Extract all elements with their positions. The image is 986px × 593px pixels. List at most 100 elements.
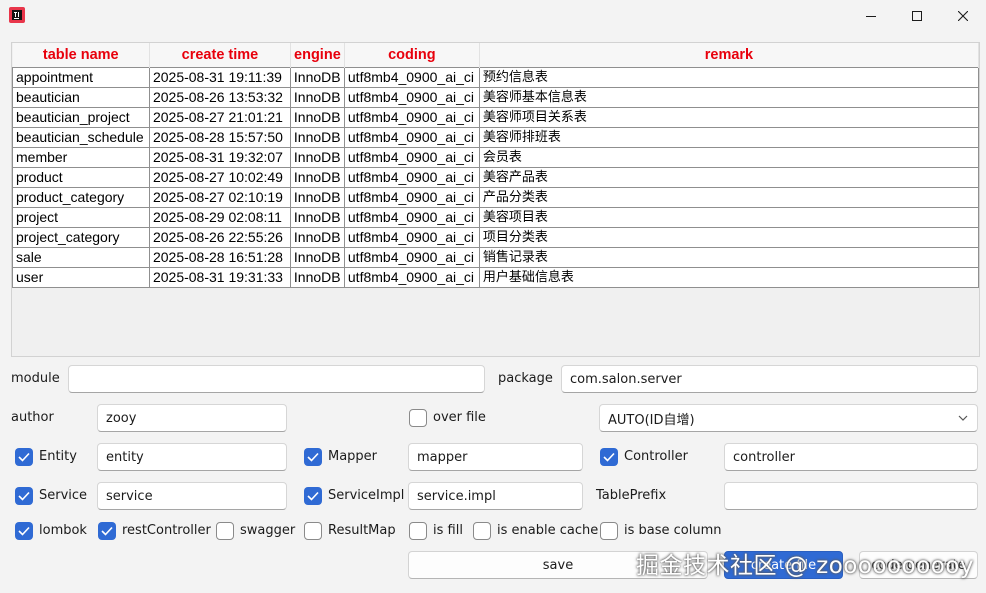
checkmark-icon	[307, 491, 319, 501]
cell-remark: 美容项目表	[478, 206, 979, 228]
controller-input[interactable]	[724, 443, 978, 471]
cell-table-name: user	[12, 266, 150, 288]
cell-remark: 美容师排班表	[478, 126, 979, 148]
is-fill-checkbox[interactable]	[409, 522, 427, 540]
checkmark-icon	[307, 452, 319, 462]
table-row[interactable]: beautician_schedule 2025-08-28 15:57:50 In…	[12, 126, 979, 148]
mapper-checkbox[interactable]	[304, 448, 322, 466]
controller-label: Controller	[624, 449, 688, 464]
column-header-engine[interactable]: engine	[290, 43, 345, 67]
minimize-icon	[866, 16, 876, 17]
close-button[interactable]	[940, 0, 986, 32]
minimize-button[interactable]	[848, 0, 894, 32]
author-input[interactable]	[97, 404, 287, 432]
cell-remark: 项目分类表	[478, 226, 979, 248]
cell-coding: utf8mb4_0900_ai_ci	[343, 226, 480, 248]
cell-coding: utf8mb4_0900_ai_ci	[343, 206, 480, 228]
module-input[interactable]	[68, 365, 485, 393]
service-input[interactable]	[97, 482, 287, 510]
mapper-label: Mapper	[328, 449, 378, 464]
maximize-button[interactable]	[894, 0, 940, 32]
column-header-remark[interactable]: remark	[479, 43, 979, 67]
swagger-label: swagger	[240, 523, 296, 538]
author-label: author	[11, 410, 54, 425]
cell-coding: utf8mb4_0900_ai_ci	[343, 86, 480, 108]
checkmark-icon	[18, 526, 30, 536]
entity-input[interactable]	[97, 443, 287, 471]
table-row[interactable]: product_category 2025-08-27 02:10:19 InnoD…	[12, 186, 979, 208]
title-bar	[0, 0, 986, 32]
column-header-create-time[interactable]: create time	[149, 43, 291, 67]
cell-engine: InnoDB	[289, 246, 345, 268]
is-enable-cache-checkbox[interactable]	[473, 522, 491, 540]
table-row[interactable]: sale 2025-08-28 16:51:28 InnoDB utf8mb4_090…	[12, 246, 979, 268]
cell-engine: InnoDB	[289, 266, 345, 288]
service-checkbox[interactable]	[15, 487, 33, 505]
cell-table-name: product_category	[12, 186, 150, 208]
cell-engine: InnoDB	[289, 186, 345, 208]
cell-create-time: 2025-08-28 16:51:28	[148, 246, 291, 268]
table-prefix-label: TablePrefix	[596, 488, 667, 503]
watermark: 掘金技术社区 @ zoooooooooy	[636, 553, 974, 579]
mapper-input[interactable]	[408, 443, 583, 471]
checkmark-icon	[18, 491, 30, 501]
lombok-checkbox[interactable]	[15, 522, 33, 540]
cell-create-time: 2025-08-31 19:32:07	[148, 146, 291, 168]
cell-engine: InnoDB	[289, 206, 345, 228]
table-row[interactable]: beautician 2025-08-26 13:53:32 InnoDB utf8m…	[12, 86, 979, 108]
table-row[interactable]: project_category 2025-08-26 22:55:26 InnoD…	[12, 226, 979, 248]
package-input[interactable]	[561, 365, 978, 393]
over-file-checkbox[interactable]	[409, 409, 427, 427]
result-map-checkbox[interactable]	[304, 522, 322, 540]
cell-remark: 产品分类表	[478, 186, 979, 208]
column-header-table-name[interactable]: table name	[12, 43, 150, 67]
id-type-select[interactable]: AUTO(ID自增)	[599, 404, 978, 432]
cell-create-time: 2025-08-31 19:11:39	[148, 66, 291, 88]
cell-create-time: 2025-08-31 19:31:33	[148, 266, 291, 288]
serviceimpl-label: ServiceImpl	[328, 488, 405, 503]
table-row[interactable]: beautician_project 2025-08-27 21:01:21 Inn…	[12, 106, 979, 128]
service-label: Service	[39, 488, 88, 503]
package-label: package	[498, 371, 553, 386]
is-base-column-checkbox[interactable]	[600, 522, 618, 540]
cell-engine: InnoDB	[289, 166, 345, 188]
cell-engine: InnoDB	[289, 146, 345, 168]
rest-controller-label: restController	[122, 523, 211, 538]
cell-coding: utf8mb4_0900_ai_ci	[343, 106, 480, 128]
cell-remark: 用户基础信息表	[478, 266, 979, 288]
table-row[interactable]: member 2025-08-31 19:32:07 InnoDB utf8mb4_0…	[12, 146, 979, 168]
cell-engine: InnoDB	[289, 106, 345, 128]
table-row[interactable]: user 2025-08-31 19:31:33 InnoDB utf8mb4_090…	[12, 266, 979, 288]
table-row[interactable]: appointment 2025-08-31 19:11:39 InnoDB utf8…	[12, 66, 979, 88]
table-grid[interactable]: table name create time engine coding rem…	[11, 42, 980, 357]
cell-table-name: product	[12, 166, 150, 188]
close-icon	[958, 11, 968, 21]
swagger-checkbox[interactable]	[216, 522, 234, 540]
table-row[interactable]: product 2025-08-27 10:02:49 InnoDB utf8mb4_…	[12, 166, 979, 188]
cell-create-time: 2025-08-27 10:02:49	[148, 166, 291, 188]
cell-create-time: 2025-08-27 02:10:19	[148, 186, 291, 208]
cell-table-name: beautician_project	[12, 106, 150, 128]
controller-checkbox[interactable]	[600, 448, 618, 466]
result-map-label: ResultMap	[328, 523, 396, 538]
cell-coding: utf8mb4_0900_ai_ci	[343, 146, 480, 168]
cell-engine: InnoDB	[289, 66, 345, 88]
cell-remark: 美容师基本信息表	[478, 86, 979, 108]
cell-coding: utf8mb4_0900_ai_ci	[343, 126, 480, 148]
cell-create-time: 2025-08-26 13:53:32	[148, 86, 291, 108]
rest-controller-checkbox[interactable]	[98, 522, 116, 540]
serviceimpl-input[interactable]	[408, 482, 583, 510]
cell-coding: utf8mb4_0900_ai_ci	[343, 66, 480, 88]
lombok-label: lombok	[39, 523, 87, 538]
table-row[interactable]: project 2025-08-29 02:08:11 InnoDB utf8mb4_…	[12, 206, 979, 228]
cell-table-name: member	[12, 146, 150, 168]
column-header-coding[interactable]: coding	[344, 43, 480, 67]
table-prefix-input[interactable]	[724, 482, 978, 510]
checkmark-icon	[101, 526, 113, 536]
checkmark-icon	[603, 452, 615, 462]
cell-create-time: 2025-08-26 22:55:26	[148, 226, 291, 248]
entity-checkbox[interactable]	[15, 448, 33, 466]
is-enable-cache-label: is enable cache	[497, 523, 599, 538]
serviceimpl-checkbox[interactable]	[304, 487, 322, 505]
cell-create-time: 2025-08-27 21:01:21	[148, 106, 291, 128]
